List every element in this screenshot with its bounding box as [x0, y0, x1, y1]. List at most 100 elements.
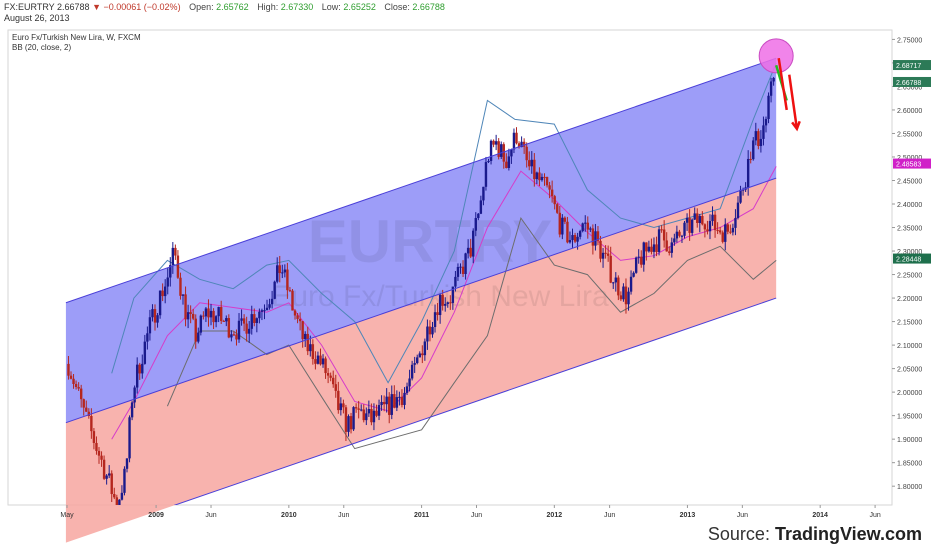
y-tick-label: 2.75000 [897, 37, 922, 44]
candle-body [258, 311, 261, 319]
candle-body [92, 431, 96, 443]
candle-body [151, 309, 154, 318]
y-tick-label: 2.40000 [897, 202, 922, 209]
price-chart[interactable]: EURTRYEuro Fx/Turkish New Lira1.800001.8… [0, 0, 932, 550]
x-tick-label: 2013 [680, 512, 696, 519]
candle-body [332, 377, 335, 385]
candle-body [390, 394, 393, 415]
candle-body [110, 473, 113, 495]
candle-body [97, 450, 101, 456]
candle-body [291, 290, 294, 311]
price-tag-label: 2.68717 [896, 63, 921, 70]
candle-body [179, 277, 182, 296]
candle-body [377, 405, 381, 416]
candle-body [388, 396, 391, 415]
candle-body [339, 403, 343, 411]
candle-body [548, 185, 551, 190]
y-tick-label: 1.95000 [897, 414, 922, 421]
candle-body [286, 269, 289, 291]
candle-body [726, 224, 730, 232]
candle-body [609, 255, 612, 283]
candle-body [558, 212, 561, 235]
candle-body [492, 140, 495, 145]
x-tick-label: Jun [604, 512, 615, 519]
candle-body [347, 416, 350, 432]
x-tick-label: 2009 [148, 512, 164, 519]
y-tick-label: 2.20000 [897, 296, 922, 303]
x-tick-label: 2014 [812, 512, 828, 519]
candle-body [426, 326, 429, 342]
y-tick-label: 1.80000 [897, 484, 922, 491]
candle-body [734, 217, 737, 228]
candle-body [540, 176, 544, 181]
candle-body [711, 214, 714, 222]
candle-body [138, 364, 141, 374]
candle-body [77, 386, 80, 389]
candle-body [472, 230, 475, 257]
candle-body [545, 176, 549, 186]
candle-body [128, 417, 131, 459]
candle-body [528, 160, 531, 167]
candle-body [408, 378, 411, 387]
candle-body [125, 458, 129, 469]
candle-body [357, 408, 360, 410]
candle-body [530, 159, 533, 167]
candle-body [500, 144, 503, 157]
candle-body [561, 217, 564, 235]
candle-body [706, 229, 709, 232]
source-prefix: Source: [707, 524, 775, 544]
candle-body [474, 218, 477, 231]
y-tick-label: 1.85000 [897, 461, 922, 468]
candle-body [324, 358, 327, 374]
candle-body [713, 214, 717, 231]
candle-body [586, 222, 589, 230]
candle-body [268, 304, 271, 308]
candle-body [680, 235, 684, 237]
candle-body [166, 277, 169, 287]
candle-body [176, 255, 180, 278]
candle-body [454, 276, 457, 287]
x-tick-label: Jun [338, 512, 349, 519]
candle-body [601, 252, 605, 259]
candle-body [599, 240, 602, 259]
candle-body [441, 294, 444, 306]
x-tick-label: 2011 [414, 512, 429, 519]
candle-body [186, 312, 190, 320]
candle-body [212, 310, 215, 323]
candle-body [214, 316, 218, 323]
candle-body [204, 308, 208, 317]
candle-body [189, 312, 192, 314]
candle-body [240, 318, 243, 321]
candle-body [466, 247, 470, 254]
candle-body [729, 231, 732, 233]
watermark-symbol: EURTRY [308, 208, 552, 275]
candle-body [696, 213, 699, 223]
candle-body [270, 298, 274, 305]
candle-body [367, 408, 371, 414]
candle-body [449, 302, 452, 304]
candle-body [171, 247, 175, 266]
candle-body [242, 318, 246, 324]
candle-body [433, 312, 437, 327]
candle-body [298, 318, 302, 322]
y-tick-label: 1.90000 [897, 437, 922, 444]
candle-body [418, 353, 421, 358]
candle-body [354, 407, 358, 409]
candle-body [141, 363, 144, 374]
candle-body [288, 290, 292, 292]
candle-body [749, 158, 752, 160]
candle-body [199, 315, 203, 333]
candle-body [281, 272, 284, 274]
candle-body [156, 315, 159, 323]
candle-body [507, 156, 511, 168]
candle-body [273, 281, 276, 299]
candle-body [423, 341, 427, 356]
candle-body [594, 231, 597, 246]
candle-body [637, 256, 640, 258]
candle-body [375, 410, 378, 416]
candle-body [461, 266, 465, 275]
candle-body [82, 399, 85, 408]
y-tick-label: 2.60000 [897, 108, 922, 115]
candle-body [79, 388, 83, 400]
candle-body [360, 409, 363, 411]
